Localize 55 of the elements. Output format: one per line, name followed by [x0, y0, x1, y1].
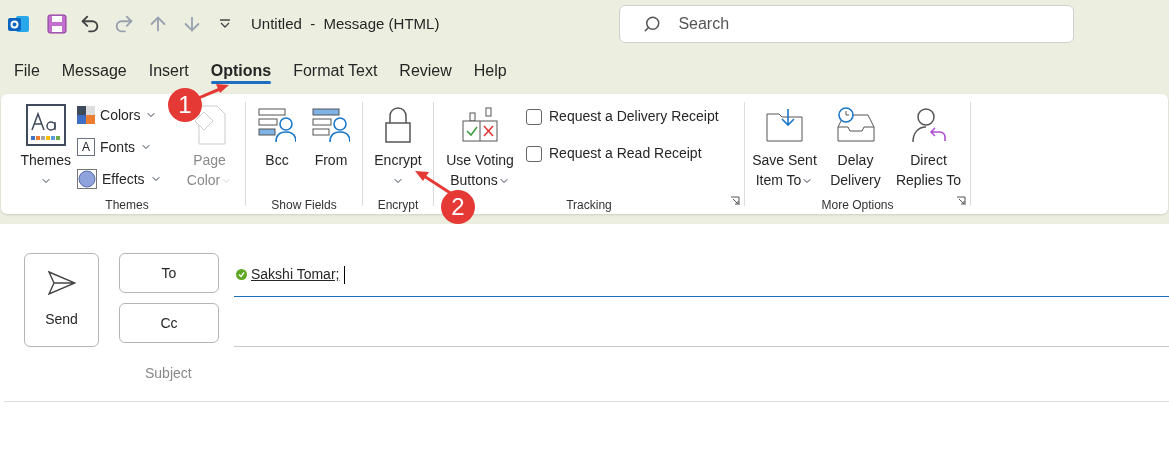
customize-toolbar-icon[interactable] [219, 19, 231, 29]
field-toggle-button[interactable]: From [308, 100, 354, 196]
fields-person-icon [312, 107, 350, 143]
cc-button[interactable]: Cc [119, 303, 219, 343]
ribbon-tab[interactable]: Format Text [293, 57, 378, 85]
folder-arrow-icon [765, 108, 804, 142]
send-icon [47, 270, 76, 295]
clock-tray-icon [835, 107, 876, 143]
checkbox-label: Request a Delivery Receipt [549, 107, 719, 126]
ribbon-tab[interactable]: File [14, 57, 40, 85]
person-reply-icon [910, 107, 947, 143]
more-options-button[interactable]: Delay Delivery [822, 100, 889, 196]
save-icon[interactable] [47, 14, 67, 34]
theme-option-button[interactable]: A Fonts [77, 134, 162, 160]
group-label: More Options [821, 197, 894, 214]
checkbox[interactable] [526, 145, 542, 162]
theme-option-button[interactable]: Effects [77, 166, 162, 192]
send-button[interactable]: Send [24, 253, 99, 347]
subject-label: Subject [144, 365, 192, 381]
themes-button[interactable]: Themes [16, 100, 75, 190]
theme-option-button[interactable]: Colors [77, 102, 162, 128]
callout-badge: 2 [441, 190, 475, 224]
search-icon [643, 15, 662, 33]
window-title: Untitled - Message (HTML) [251, 13, 440, 34]
more-options-button[interactable]: Save Sent Item To [746, 100, 823, 196]
dialog-launcher-icon[interactable] [730, 196, 740, 206]
color-swatch-icon [77, 106, 95, 124]
padlock-icon [385, 107, 411, 143]
to-button[interactable]: To [119, 253, 219, 293]
fields-person-icon [258, 107, 296, 143]
encrypt-button[interactable]: Encrypt [370, 100, 426, 196]
recipient-name[interactable]: Sakshi Tomar; [251, 264, 340, 285]
ribbon-tab[interactable]: Help [473, 57, 507, 85]
ribbon-tab[interactable]: Message [61, 57, 127, 85]
undo-icon[interactable] [79, 13, 101, 35]
checkbox[interactable] [526, 108, 542, 125]
ribbon-tab[interactable]: Insert [148, 57, 189, 85]
ribbon-tab[interactable]: Options [210, 57, 272, 85]
dialog-launcher-icon[interactable] [956, 196, 966, 206]
group-label: Encrypt [377, 197, 419, 214]
ribbon-tab[interactable]: Review [399, 57, 452, 85]
app-logo-icon [8, 14, 30, 34]
themes-icon [25, 104, 66, 146]
group-label: Themes [105, 197, 149, 214]
group-label: Tracking [566, 197, 612, 214]
checkbox-label: Request a Read Receipt [549, 144, 702, 163]
more-options-button[interactable]: Direct Replies To [888, 100, 969, 196]
check-circle-icon [236, 269, 247, 280]
search-field[interactable]: Search [619, 5, 1075, 43]
font-letter-icon: A [77, 138, 95, 156]
field-toggle-button[interactable]: Bcc [254, 100, 300, 196]
effects-circle-icon [77, 169, 97, 189]
ballot-box-icon [462, 107, 498, 143]
callout-badge: 1 [168, 88, 202, 122]
group-label: Show Fields [271, 197, 337, 214]
